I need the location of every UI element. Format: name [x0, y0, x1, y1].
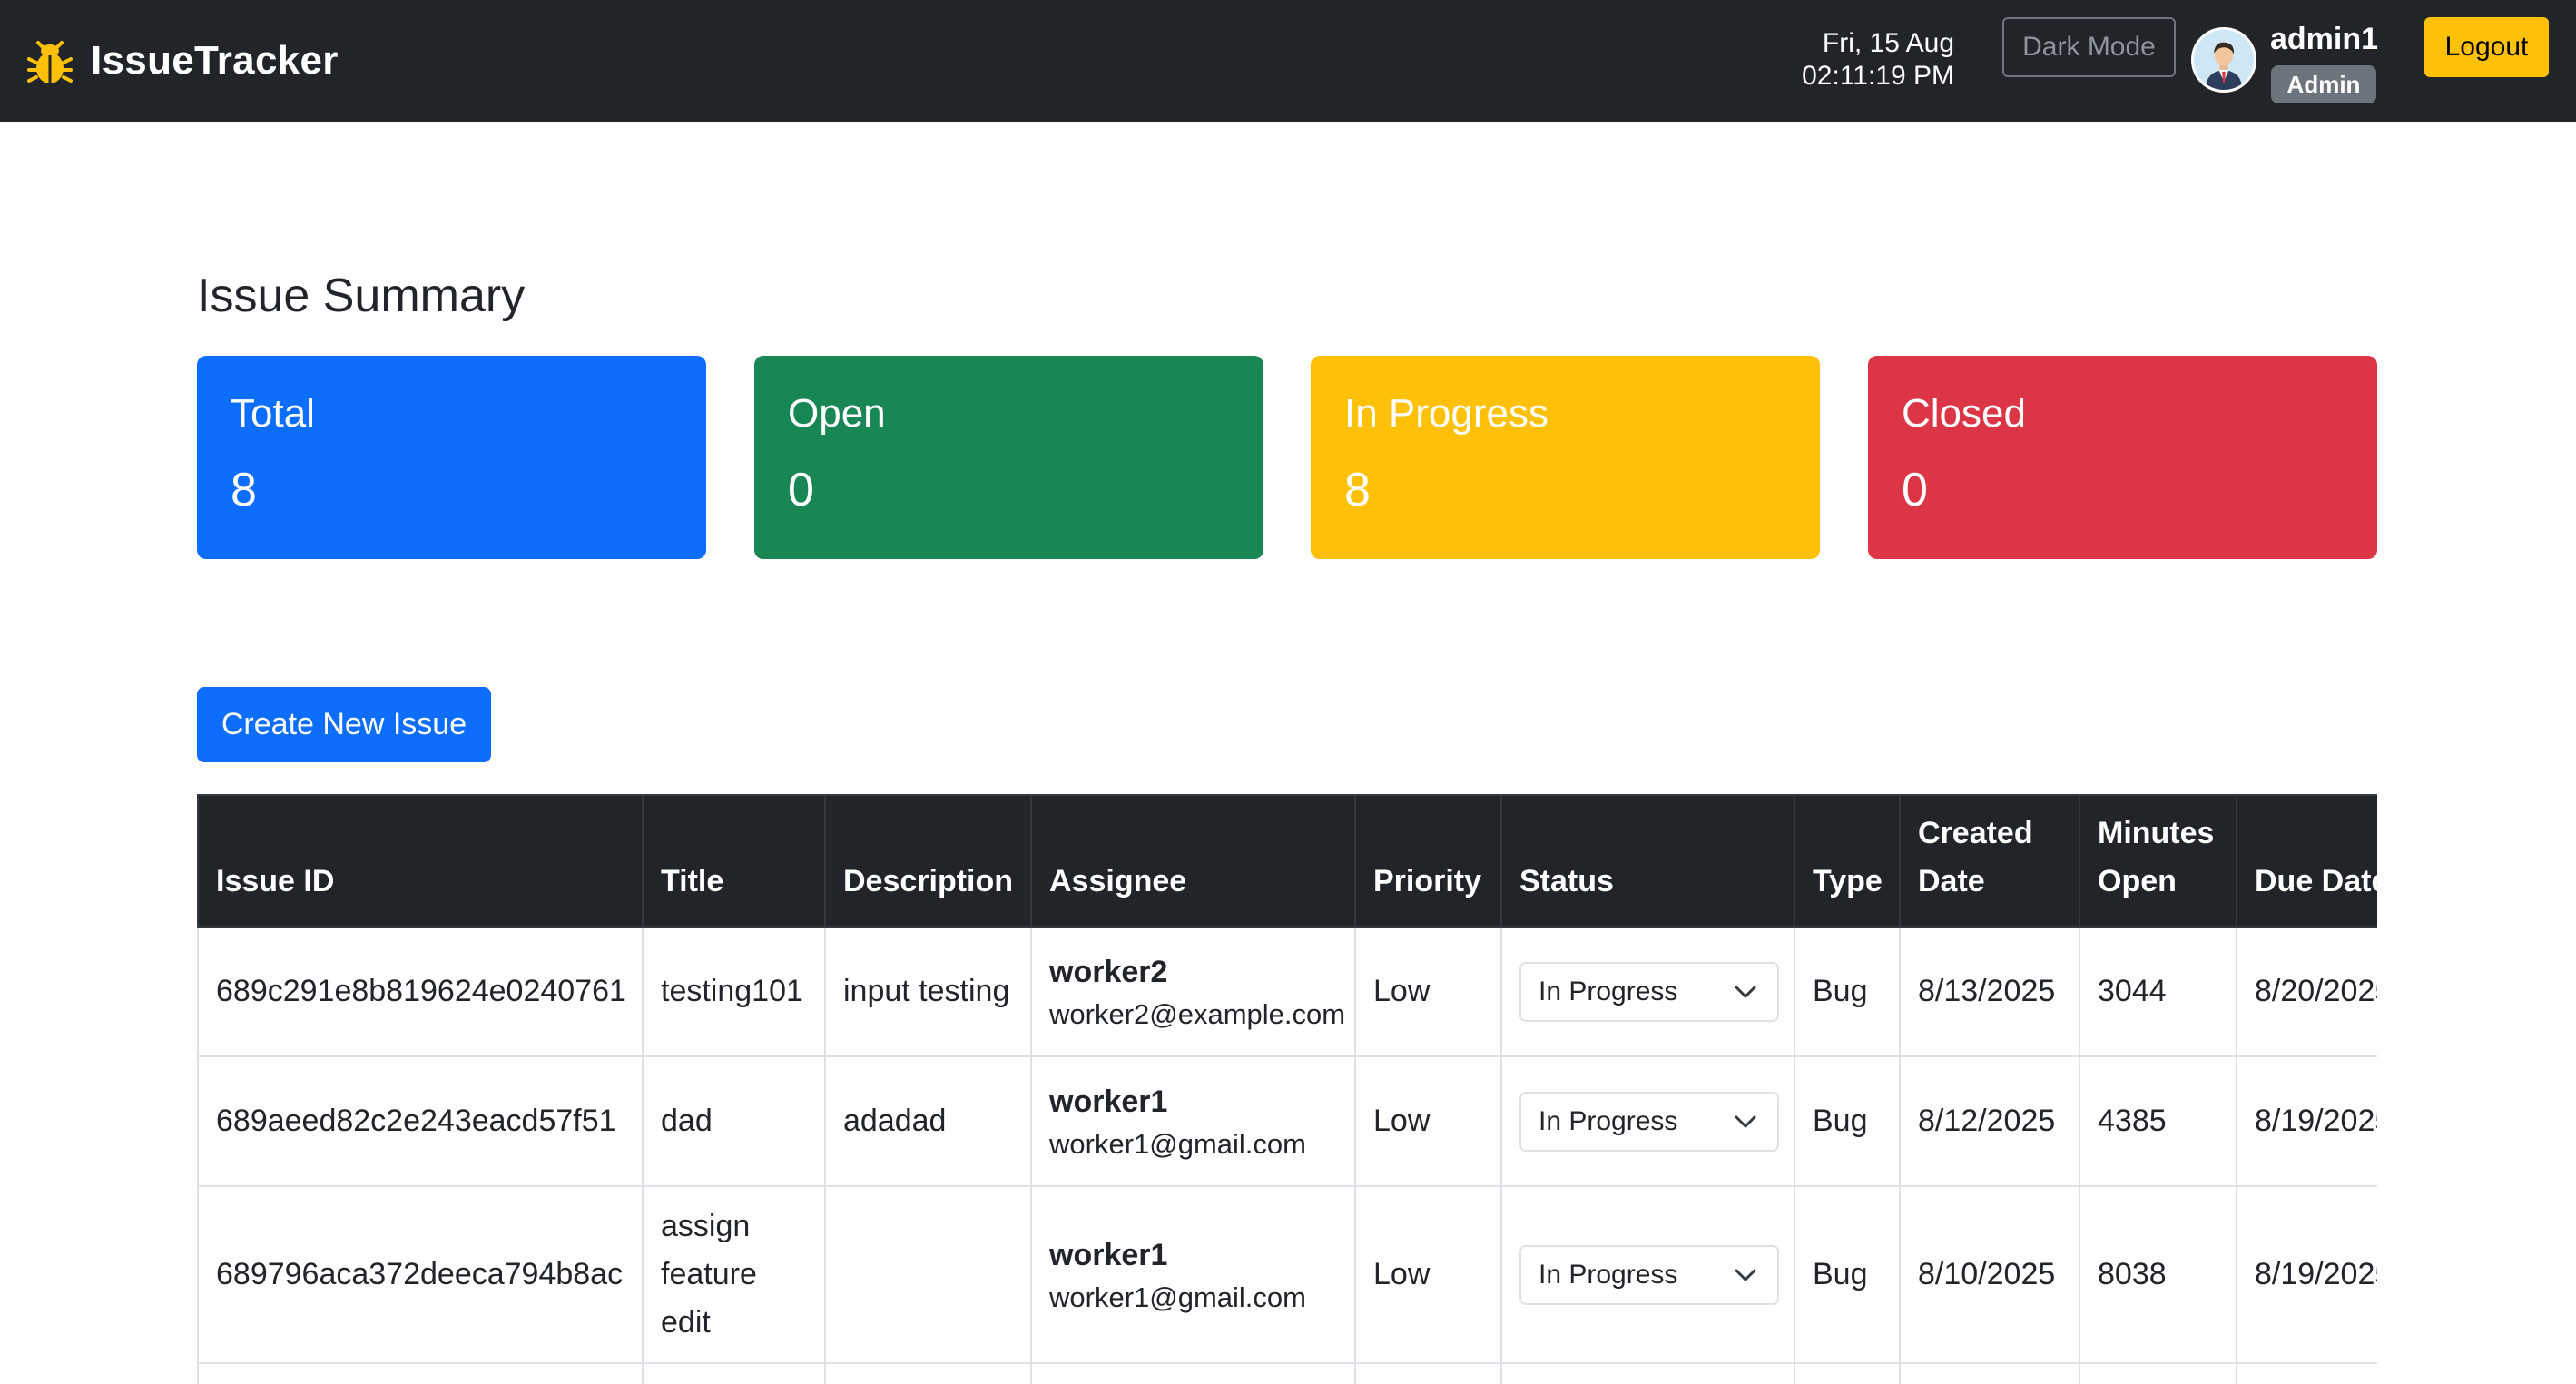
chevron-down-icon	[1735, 986, 1756, 997]
user-avatar-icon	[2194, 30, 2254, 90]
assignee-email: worker2@example.com	[1049, 997, 1346, 1030]
brand[interactable]: IssueTracker	[27, 33, 339, 89]
summary-card-label: In Progress	[1344, 391, 1549, 436]
status-select-value: In Progress	[1539, 1106, 1678, 1136]
table-cell	[1354, 1362, 1502, 1384]
issues-table: Issue ID Title Description Assignee Prio…	[197, 794, 2377, 1384]
column-header-assignee[interactable]: Assignee	[1030, 794, 1356, 928]
summary-card-closed: Closed 0	[1868, 356, 2377, 559]
assignee-name: worker1	[1049, 1084, 1168, 1119]
column-header-priority[interactable]: Priority	[1354, 794, 1502, 928]
issue-minutes-open: 4385	[2079, 1055, 2237, 1187]
issue-title: dad	[642, 1055, 826, 1187]
table-cell	[197, 1362, 644, 1384]
summary-card-value: 0	[1902, 464, 1928, 516]
issue-created-date: 8/13/2025	[1899, 926, 2080, 1057]
issue-description: input testing	[824, 926, 1032, 1057]
username: admin1	[2270, 22, 2379, 56]
issue-title: testing101	[642, 926, 826, 1057]
summary-card-in-progress: In Progress 8	[1311, 356, 1820, 559]
issue-priority: Low	[1354, 926, 1502, 1057]
column-header-status[interactable]: Status	[1500, 794, 1795, 928]
brand-name: IssueTracker	[91, 38, 339, 83]
column-header-title[interactable]: Title	[642, 794, 826, 928]
summary-card-total: Total 8	[197, 356, 706, 559]
table-cell	[1794, 1362, 1901, 1384]
summary-card-label: Open	[788, 391, 886, 436]
status-select[interactable]: In Progress	[1519, 1244, 1779, 1305]
table-cell	[642, 1362, 826, 1384]
issue-type: Bug	[1794, 926, 1901, 1057]
column-header-type[interactable]: Type	[1794, 794, 1901, 928]
table-cell	[824, 1362, 1032, 1384]
current-time: 02:11:19 PM	[1802, 61, 1954, 91]
column-header-description[interactable]: Description	[824, 794, 1032, 928]
issue-id: 689aeed82c2e243eacd57f51	[197, 1055, 644, 1187]
avatar[interactable]	[2191, 27, 2256, 93]
column-header-created-date[interactable]: Created Date	[1899, 794, 2080, 928]
issue-status-cell: In Progress	[1500, 1055, 1795, 1187]
summary-title: Issue Summary	[197, 270, 526, 322]
table-row[interactable]	[197, 1362, 2377, 1384]
current-date: Fri, 15 Aug	[1822, 28, 1954, 58]
issue-priority: Low	[1354, 1185, 1502, 1364]
table-row[interactable]: 689aeed82c2e243eacd57f51 dad adadad work…	[197, 1055, 2377, 1187]
issue-minutes-open: 8038	[2079, 1185, 2237, 1364]
bug-icon	[27, 41, 73, 83]
summary-card-open: Open 0	[754, 356, 1263, 559]
issue-minutes-open: 3044	[2079, 926, 2237, 1057]
issue-due-date: 8/19/2025	[2236, 1185, 2377, 1364]
assignee-name: worker1	[1049, 1237, 1168, 1272]
assignee-email: worker1@gmail.com	[1049, 1127, 1306, 1160]
summary-card-label: Closed	[1902, 391, 2026, 436]
issue-status-cell: In Progress	[1500, 926, 1795, 1057]
issue-priority: Low	[1354, 1055, 1502, 1187]
issue-created-date: 8/12/2025	[1899, 1055, 2080, 1187]
table-cell	[2079, 1362, 2237, 1384]
summary-card-value: 8	[231, 464, 257, 516]
column-header-due-date[interactable]: Due Date	[2236, 794, 2377, 928]
summary-card-value: 0	[788, 464, 814, 516]
dark-mode-button[interactable]: Dark Mode	[2002, 17, 2176, 77]
table-cell	[1899, 1362, 2080, 1384]
status-select-value: In Progress	[1539, 977, 1678, 1006]
issue-assignee: worker1 worker1@gmail.com	[1030, 1055, 1356, 1187]
logout-button[interactable]: Logout	[2424, 17, 2549, 77]
status-select[interactable]: In Progress	[1519, 961, 1779, 1022]
role-badge: Admin	[2271, 65, 2376, 103]
column-header-minutes-open[interactable]: Minutes Open	[2079, 794, 2237, 928]
table-row[interactable]: 689796aca372deeca794b8ac assign feature …	[197, 1185, 2377, 1364]
issue-description	[824, 1185, 1032, 1364]
column-header-issue-id[interactable]: Issue ID	[197, 794, 644, 928]
summary-card-value: 8	[1344, 464, 1371, 516]
create-issue-button[interactable]: Create New Issue	[197, 687, 491, 762]
issue-id: 689c291e8b819624e0240761	[197, 926, 644, 1057]
navbar: IssueTracker Fri, 15 Aug 02:11:19 PM Dar…	[0, 0, 2576, 122]
issue-status-cell: In Progress	[1500, 1185, 1795, 1364]
issue-description: adadad	[824, 1055, 1032, 1187]
status-select[interactable]: In Progress	[1519, 1091, 1779, 1152]
table-cell	[1030, 1362, 1356, 1384]
assignee-name: worker2	[1049, 954, 1168, 989]
table-row[interactable]: 689c291e8b819624e0240761 testing101 inpu…	[197, 926, 2377, 1057]
issue-due-date: 8/20/2025	[2236, 926, 2377, 1057]
issue-type: Bug	[1794, 1185, 1901, 1364]
issue-assignee: worker1 worker1@gmail.com	[1030, 1185, 1356, 1364]
status-select-value: In Progress	[1539, 1260, 1678, 1290]
clock: Fri, 15 Aug 02:11:19 PM	[1802, 27, 1954, 93]
chevron-down-icon	[1735, 1115, 1756, 1127]
issues-table-container[interactable]: Issue ID Title Description Assignee Prio…	[197, 794, 2377, 1384]
issue-title: assign feature edit	[642, 1185, 826, 1364]
table-cell	[1500, 1362, 1795, 1384]
issue-created-date: 8/10/2025	[1899, 1185, 2080, 1364]
issue-type: Bug	[1794, 1055, 1901, 1187]
issue-due-date: 8/19/2025	[2236, 1055, 2377, 1187]
summary-card-label: Total	[231, 391, 315, 436]
assignee-email: worker1@gmail.com	[1049, 1281, 1306, 1313]
chevron-down-icon	[1735, 1269, 1756, 1281]
issue-id: 689796aca372deeca794b8ac	[197, 1185, 644, 1364]
table-cell	[2236, 1362, 2377, 1384]
issue-assignee: worker2 worker2@example.com	[1030, 926, 1356, 1057]
